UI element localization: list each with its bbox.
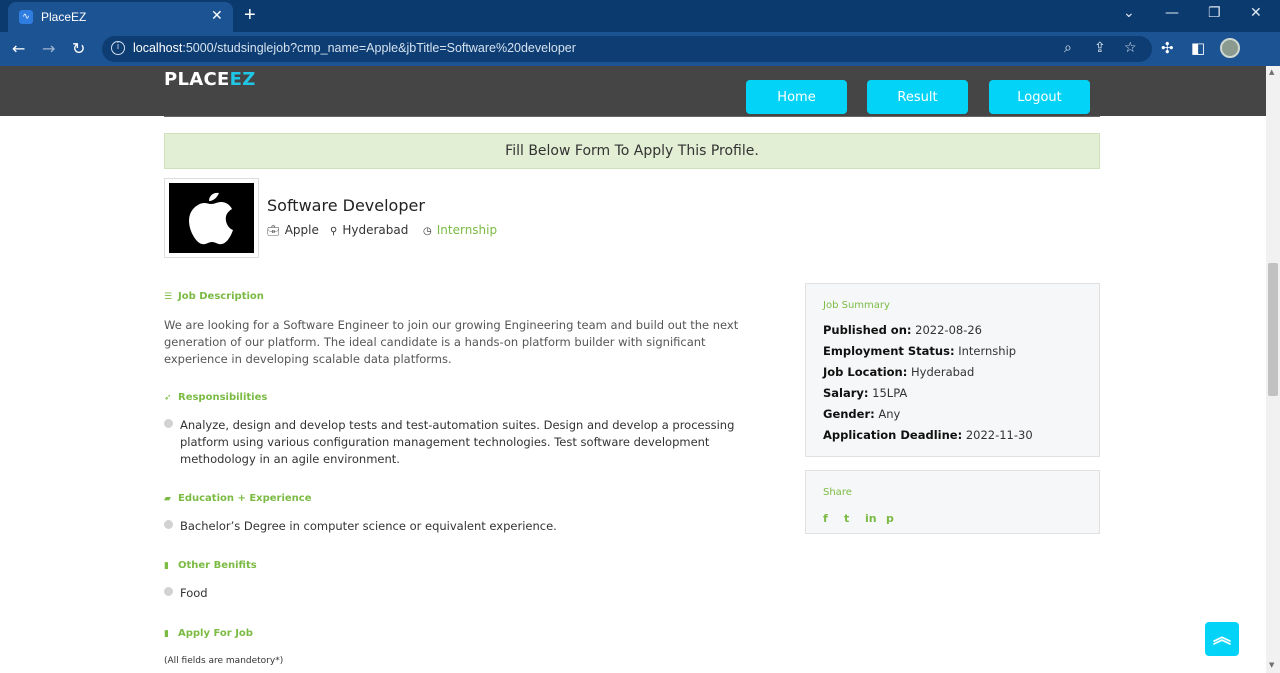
summary-heading: Job Summary [823, 300, 890, 311]
education-text: Bachelor’s Degree in computer science or… [180, 519, 557, 533]
education-heading: ▰ Education + Experience [164, 493, 312, 504]
gender-row: Gender: Any [823, 407, 901, 421]
logout-button[interactable]: Logout [989, 80, 1090, 114]
clock-icon: ◷ [423, 226, 432, 237]
twitter-icon[interactable]: t [844, 512, 865, 525]
chevron-double-up-icon: ︽ [1213, 627, 1231, 648]
company-meta: 💼︎ Apple [267, 223, 319, 237]
home-button[interactable]: Home [746, 80, 847, 114]
side-panel-icon[interactable]: ◧ [1191, 39, 1205, 57]
linkedin-icon[interactable]: in [865, 512, 886, 525]
description-heading: ☰ Job Description [164, 291, 264, 302]
scroll-to-top-button[interactable]: ︽ [1205, 622, 1239, 656]
restore-icon[interactable]: ❐ [1208, 5, 1221, 21]
job-type-meta: ◷ Internship [423, 223, 498, 237]
bullet-icon [164, 520, 173, 529]
forward-icon[interactable]: → [42, 39, 55, 58]
site-logo[interactable]: PLACEEZ [164, 69, 256, 90]
url-text: localhost:5000/studsinglejob?cmp_name=Ap… [133, 41, 576, 55]
bullet-icon [164, 587, 173, 596]
back-icon[interactable]: ← [12, 39, 25, 58]
minimize-icon[interactable]: — [1165, 5, 1179, 21]
result-button[interactable]: Result [867, 80, 968, 114]
briefcase-icon: 💼︎ [267, 226, 280, 237]
job-summary-panel: Job Summary Published on: 2022-08-26 Emp… [805, 283, 1100, 457]
tab-title: PlaceEZ [41, 10, 87, 24]
pinterest-icon[interactable]: p [886, 512, 907, 525]
responsibilities-heading: ➶ Responsibilities [164, 392, 268, 403]
scroll-down-icon[interactable]: ▼ [1269, 661, 1274, 669]
tab-close-icon[interactable]: ✕ [211, 8, 223, 24]
tab-search-icon[interactable]: ⌄ [1123, 5, 1135, 21]
location-row: Job Location: Hyderabad [823, 365, 975, 379]
facebook-icon[interactable]: f [823, 512, 844, 525]
bookmark-star-icon[interactable]: ☆ [1124, 40, 1137, 56]
share-page-icon[interactable]: ⇪ [1094, 40, 1106, 56]
benefits-heading: ▮ Other Benifits [164, 560, 257, 571]
bullet-icon [164, 419, 173, 428]
apply-banner: Fill Below Form To Apply This Profile. [164, 133, 1100, 169]
url-input[interactable]: i localhost:5000/studsinglejob?cmp_name=… [102, 36, 1152, 62]
address-bar-row: ← → ↻ i localhost:5000/studsinglejob?cmp… [0, 32, 1280, 66]
share-panel: Share f t in p [805, 470, 1100, 534]
header-divider [164, 116, 1100, 117]
scroll-thumb[interactable] [1268, 263, 1278, 396]
status-row: Employment Status: Internship [823, 344, 1017, 358]
salary-row: Salary: 15LPA [823, 386, 908, 400]
map-pin-icon: ⚲ [330, 226, 338, 237]
profile-avatar[interactable] [1220, 38, 1240, 58]
site-header: PLACEEZ Home Result Logout [0, 66, 1266, 116]
favicon-icon: ∿ [19, 10, 33, 24]
extensions-icon[interactable]: ✣ [1161, 39, 1174, 57]
deadline-row: Application Deadline: 2022-11-30 [823, 428, 1033, 442]
share-heading: Share [823, 487, 852, 498]
scroll-up-icon[interactable]: ▲ [1269, 68, 1274, 76]
page-scrollbar[interactable]: ▲ ▼ [1266, 66, 1280, 673]
new-tab-button[interactable]: + [244, 4, 256, 27]
apple-logo-icon [189, 192, 233, 245]
bookmark-icon: ▮ [164, 561, 169, 571]
list-icon: ☰ [164, 292, 173, 302]
site-info-icon[interactable]: i [111, 41, 125, 55]
bookmark-icon: ▮ [164, 629, 169, 639]
reload-icon[interactable]: ↻ [72, 39, 85, 58]
page-content: PLACEEZ Home Result Logout Fill Below Fo… [0, 66, 1266, 673]
apply-note: (All fields are mandetory*) [164, 656, 284, 666]
job-title: Software Developer [267, 196, 425, 215]
responsibilities-text: Analyze, design and develop tests and te… [180, 418, 735, 466]
close-window-icon[interactable]: ✕ [1250, 5, 1262, 21]
description-text: We are looking for a Software Engineer t… [164, 318, 739, 366]
company-logo [164, 178, 259, 258]
location-meta: ⚲ Hyderabad [330, 223, 409, 237]
browser-tab[interactable]: ∿ PlaceEZ ✕ [8, 2, 233, 32]
published-row: Published on: 2022-08-26 [823, 323, 982, 337]
rocket-icon: ➶ [164, 393, 172, 403]
book-icon: ▰ [164, 494, 171, 504]
zoom-icon[interactable]: ⌕ [1064, 40, 1072, 56]
apply-heading: ▮ Apply For Job [164, 628, 253, 639]
benefits-text: Food [180, 586, 208, 600]
browser-tab-bar: ∿ PlaceEZ ✕ + ⌄ — ❐ ✕ [0, 0, 1280, 32]
